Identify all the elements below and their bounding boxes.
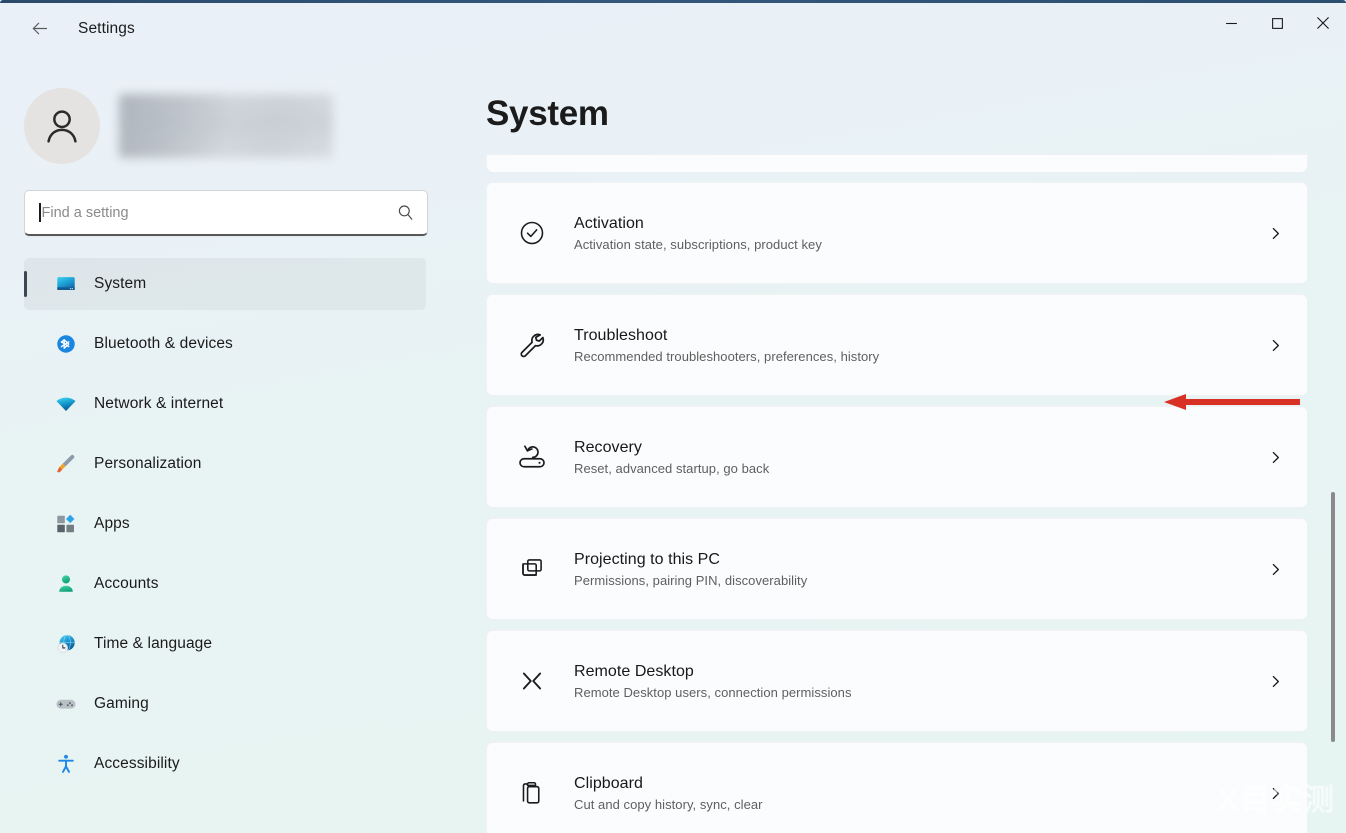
card-text: Remote Desktop Remote Desktop users, con… [554, 663, 1243, 700]
card-subtitle: Activation state, subscriptions, product… [574, 237, 1243, 252]
card-title: Recovery [574, 439, 1243, 457]
profile-section[interactable] [0, 72, 452, 168]
card-text: Activation Activation state, subscriptio… [554, 215, 1243, 252]
card-title: Projecting to this PC [574, 551, 1243, 569]
card-activation[interactable]: Activation Activation state, subscriptio… [486, 182, 1308, 284]
minimize-button[interactable] [1208, 0, 1254, 46]
card-subtitle: Permissions, pairing PIN, discoverabilit… [574, 573, 1243, 588]
sidebar-item-gaming[interactable]: Gaming [24, 678, 426, 730]
recovery-drive-icon [510, 442, 554, 472]
person-avatar-icon [39, 103, 85, 149]
scrollbar-thumb[interactable] [1331, 492, 1335, 742]
person-icon [55, 573, 77, 595]
sidebar-item-accessibility[interactable]: Accessibility [24, 738, 426, 790]
card-title: Remote Desktop [574, 663, 1243, 681]
chevron-right-icon[interactable] [1243, 785, 1307, 802]
card-clipboard[interactable]: Clipboard Cut and copy history, sync, cl… [486, 742, 1308, 833]
close-button[interactable] [1300, 0, 1346, 46]
card-text: Clipboard Cut and copy history, sync, cl… [554, 775, 1243, 812]
sidebar-item-label: System [94, 275, 146, 293]
card-remote-desktop[interactable]: Remote Desktop Remote Desktop users, con… [486, 630, 1308, 732]
sidebar-item-label: Bluetooth & devices [94, 335, 233, 353]
card-subtitle: Remote Desktop users, connection permiss… [574, 685, 1243, 700]
maximize-icon [1271, 17, 1284, 30]
close-icon [1316, 16, 1330, 30]
title-bar: Settings [0, 0, 1346, 72]
sidebar-item-bluetooth-devices[interactable]: Bluetooth & devices [24, 318, 426, 370]
scrollbar-track[interactable] [1327, 72, 1339, 833]
card-title: Troubleshoot [574, 327, 1243, 345]
search-section [0, 168, 452, 236]
card-subtitle: Reset, advanced startup, go back [574, 461, 1243, 476]
chevron-right-icon[interactable] [1243, 673, 1307, 690]
card-recovery[interactable]: Recovery Reset, advanced startup, go bac… [486, 406, 1308, 508]
sidebar-item-label: Network & internet [94, 395, 223, 413]
bluetooth-icon [55, 333, 77, 355]
wrench-icon [510, 330, 554, 360]
projecting-screens-icon [510, 555, 554, 583]
apps-blocks-icon [55, 513, 77, 535]
wifi-icon [55, 393, 77, 415]
monitor-icon [55, 273, 77, 295]
search-icon [396, 203, 415, 222]
avatar [24, 88, 100, 164]
page-title: System [486, 72, 1346, 154]
sidebar-item-label: Gaming [94, 695, 149, 713]
card-text: Troubleshoot Recommended troubleshooters… [554, 327, 1243, 364]
card-title: Activation [574, 215, 1243, 233]
chevron-right-icon[interactable] [1243, 337, 1307, 354]
sidebar-nav: System Bluetooth & devices [0, 236, 452, 790]
app-shell: System Bluetooth & devices [0, 72, 1346, 833]
clipboard-icon [510, 779, 554, 807]
username-redacted [119, 94, 333, 158]
sidebar-item-accounts[interactable]: Accounts [24, 558, 426, 610]
card-subtitle: Recommended troubleshooters, preferences… [574, 349, 1243, 364]
sidebar-item-time-language[interactable]: Time & language [24, 618, 426, 670]
sidebar-item-label: Accessibility [94, 755, 180, 773]
card-stub-above[interactable] [486, 154, 1308, 172]
sidebar-item-personalization[interactable]: Personalization [24, 438, 426, 490]
main-content: System Activation Activation state, subs… [452, 72, 1346, 833]
back-arrow-icon [29, 18, 50, 39]
chevron-right-icon[interactable] [1243, 225, 1307, 242]
sidebar-item-label: Time & language [94, 635, 212, 653]
accessibility-icon [55, 753, 77, 775]
title-bar-left: Settings [0, 0, 135, 56]
paintbrush-icon [55, 453, 77, 475]
sidebar-item-label: Personalization [94, 455, 201, 473]
sidebar-item-apps[interactable]: Apps [24, 498, 426, 550]
sidebar-item-label: Accounts [94, 575, 159, 593]
card-text: Projecting to this PC Permissions, pairi… [554, 551, 1243, 588]
card-title: Clipboard [574, 775, 1243, 793]
globe-clock-icon [55, 633, 77, 655]
window-controls [1208, 0, 1346, 46]
maximize-button[interactable] [1254, 0, 1300, 46]
app-title: Settings [78, 19, 135, 38]
card-projecting-to-this-pc[interactable]: Projecting to this PC Permissions, pairi… [486, 518, 1308, 620]
sidebar-item-label: Apps [94, 515, 130, 533]
card-text: Recovery Reset, advanced startup, go bac… [554, 439, 1243, 476]
search-box[interactable] [24, 190, 428, 236]
sidebar-item-system[interactable]: System [24, 258, 426, 310]
minimize-icon [1225, 17, 1238, 30]
card-subtitle: Cut and copy history, sync, clear [574, 797, 1243, 812]
back-button[interactable] [22, 11, 56, 45]
sidebar-item-network-internet[interactable]: Network & internet [24, 378, 426, 430]
sidebar: System Bluetooth & devices [0, 72, 452, 833]
gamepad-icon [55, 693, 77, 715]
search-button[interactable] [383, 191, 427, 234]
search-input[interactable] [41, 191, 384, 234]
chevron-right-icon[interactable] [1243, 561, 1307, 578]
settings-card-list: Activation Activation state, subscriptio… [486, 154, 1346, 833]
remote-desktop-icon [510, 666, 554, 696]
check-circle-icon [510, 219, 554, 247]
chevron-right-icon[interactable] [1243, 449, 1307, 466]
card-troubleshoot[interactable]: Troubleshoot Recommended troubleshooters… [486, 294, 1308, 396]
